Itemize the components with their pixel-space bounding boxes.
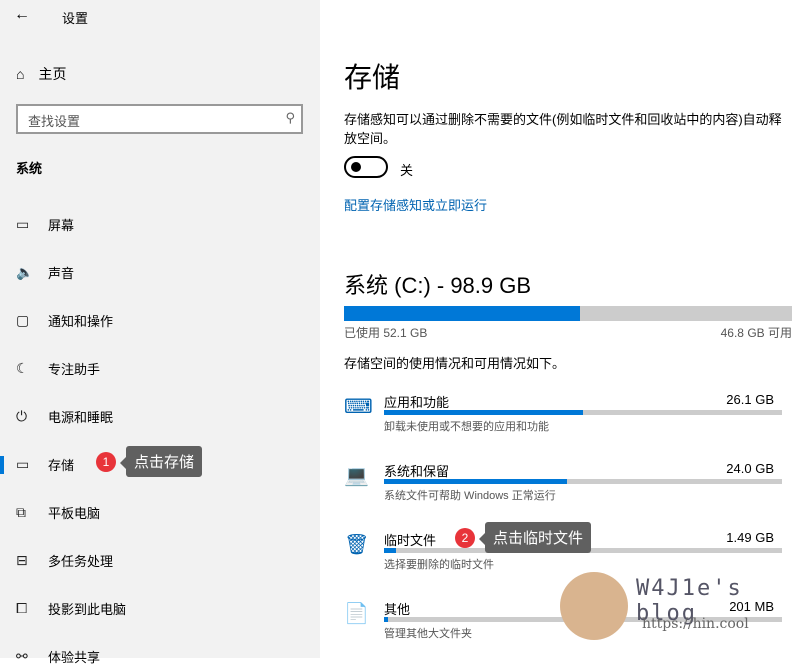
watermark: W4J1e's blog https://hin.cool [560, 572, 798, 642]
annotation-2: 2 点击临时文件 [455, 522, 592, 553]
category-name: 其他 [384, 602, 411, 617]
sidebar-item-icon: ⊟ [16, 551, 28, 568]
page-title: 存储 [344, 62, 401, 93]
back-arrow-icon[interactable]: ← [14, 6, 30, 24]
sidebar-item-label: 存储 [48, 457, 75, 473]
category-bar-fill [384, 548, 396, 553]
category-desc: 系统文件可帮助 Windows 正常运行 [384, 490, 556, 502]
drive-usage-fill [344, 306, 581, 321]
sidebar-item[interactable]: ⧉ 平板电脑 [0, 497, 320, 527]
drive-title: 系统 (C:) - 98.9 GB [344, 273, 532, 298]
search-input[interactable]: 查找设置 ⚲ [16, 104, 303, 134]
category-size: 1.49 GB [726, 530, 774, 545]
sidebar-item-label: 屏幕 [48, 217, 75, 233]
sidebar-home[interactable]: ⌂ 主页 [16, 64, 66, 84]
sidebar-item[interactable]: ▢ 通知和操作 [0, 305, 320, 335]
category-desc: 选择要删除的临时文件 [384, 559, 494, 571]
sidebar-item-label: 电源和睡眠 [48, 409, 114, 425]
sidebar-item[interactable]: ⏻ 电源和睡眠 [0, 401, 320, 431]
sidebar-item-label: 通知和操作 [48, 313, 114, 329]
free-label: 46.8 GB 可用 [720, 326, 792, 340]
search-icon: ⚲ [285, 110, 295, 125]
sidebar-item[interactable]: ⊟ 多任务处理 [0, 545, 320, 575]
category-size: 24.0 GB [726, 461, 774, 476]
category-name: 应用和功能 [384, 395, 450, 410]
category-icon: ⌨ [344, 396, 373, 418]
sidebar-item-icon: ⧉ [16, 503, 26, 520]
category-size: 26.1 GB [726, 392, 774, 407]
annotation-1: 1 点击存储 [96, 446, 203, 477]
sidebar-item-icon: ⧠ [16, 599, 28, 616]
search-placeholder: 查找设置 [28, 114, 81, 129]
sidebar-item-label: 声音 [48, 265, 75, 281]
sidebar-item-icon: 🔈 [16, 263, 34, 280]
category-desc: 卸载未使用或不想要的应用和功能 [384, 421, 549, 433]
category-bar [384, 410, 782, 415]
sidebar-item[interactable]: ⚯ 体验共享 [0, 641, 320, 671]
sidebar-item-label: 多任务处理 [48, 553, 114, 569]
sidebar-item-label: 体验共享 [48, 649, 101, 665]
section-heading: 系统 [16, 161, 43, 176]
sidebar-item-icon: ☾ [16, 359, 29, 376]
watermark-url: https://hin.cool [642, 616, 749, 632]
category-bar [384, 479, 782, 484]
storage-category[interactable]: 💻 系统和保留 24.0 GB 系统文件可帮助 Windows 正常运行 [344, 461, 784, 521]
sidebar-item-icon: ⚯ [16, 647, 28, 664]
sidebar-item-icon: ▭ [16, 215, 30, 232]
step-badge: 1 [96, 451, 116, 472]
annotation-tooltip: 点击存储 [119, 446, 203, 477]
category-bar-fill [384, 410, 583, 415]
category-icon: 🗑 [344, 534, 370, 556]
category-bar-fill [384, 617, 388, 622]
sidebar-item-icon: ▭ [16, 455, 30, 472]
storage-category[interactable]: ⌨ 应用和功能 26.1 GB 卸载未使用或不想要的应用和功能 [344, 392, 784, 452]
category-icon: 💻 [344, 465, 369, 487]
annotation-tooltip: 点击临时文件 [478, 522, 592, 553]
app-title: 设置 [62, 11, 89, 26]
storage-sense-desc: 存储感知可以通过删除不需要的文件(例如临时文件和回收站中的内容)自动释放空间。 [344, 112, 782, 146]
usage-desc: 存储空间的使用情况和可用情况如下。 [344, 356, 566, 371]
storage-sense-toggle[interactable] [344, 156, 388, 178]
sidebar-item-icon: ▢ [16, 311, 30, 328]
home-label: 主页 [38, 66, 67, 82]
sidebar-item[interactable]: ▭ 屏幕 [0, 209, 320, 239]
sidebar-item[interactable]: ☾ 专注助手 [0, 353, 320, 383]
used-label: 已使用 52.1 GB [344, 326, 428, 340]
configure-link[interactable]: 配置存储感知或立即运行 [344, 195, 487, 214]
category-bar-fill [384, 479, 568, 484]
category-name: 临时文件 [384, 533, 437, 548]
sidebar-item-label: 专注助手 [48, 361, 101, 377]
drive-usage-bar [344, 306, 792, 321]
sidebar-item-icon: ⏻ [16, 407, 28, 424]
sidebar-item[interactable]: ⧠ 投影到此电脑 [0, 593, 320, 623]
category-desc: 管理其他大文件夹 [384, 628, 472, 640]
toggle-state: 关 [400, 163, 414, 178]
sidebar: ← 设置 ⌂ 主页 查找设置 ⚲ 系统 ▭ 屏幕 🔈 声音 ▢ 通知和操作 ☾ 专注助手 ⏻ 电源和睡… [0, 0, 320, 665]
home-icon: ⌂ [16, 66, 25, 82]
watermark-avatar [560, 572, 628, 640]
step-badge: 2 [455, 527, 475, 548]
sidebar-item-label: 平板电脑 [48, 505, 101, 521]
category-icon: 📄 [344, 603, 369, 625]
sidebar-item[interactable]: 🔈 声音 [0, 257, 320, 287]
category-name: 系统和保留 [384, 464, 450, 479]
sidebar-item-label: 投影到此电脑 [48, 601, 127, 617]
